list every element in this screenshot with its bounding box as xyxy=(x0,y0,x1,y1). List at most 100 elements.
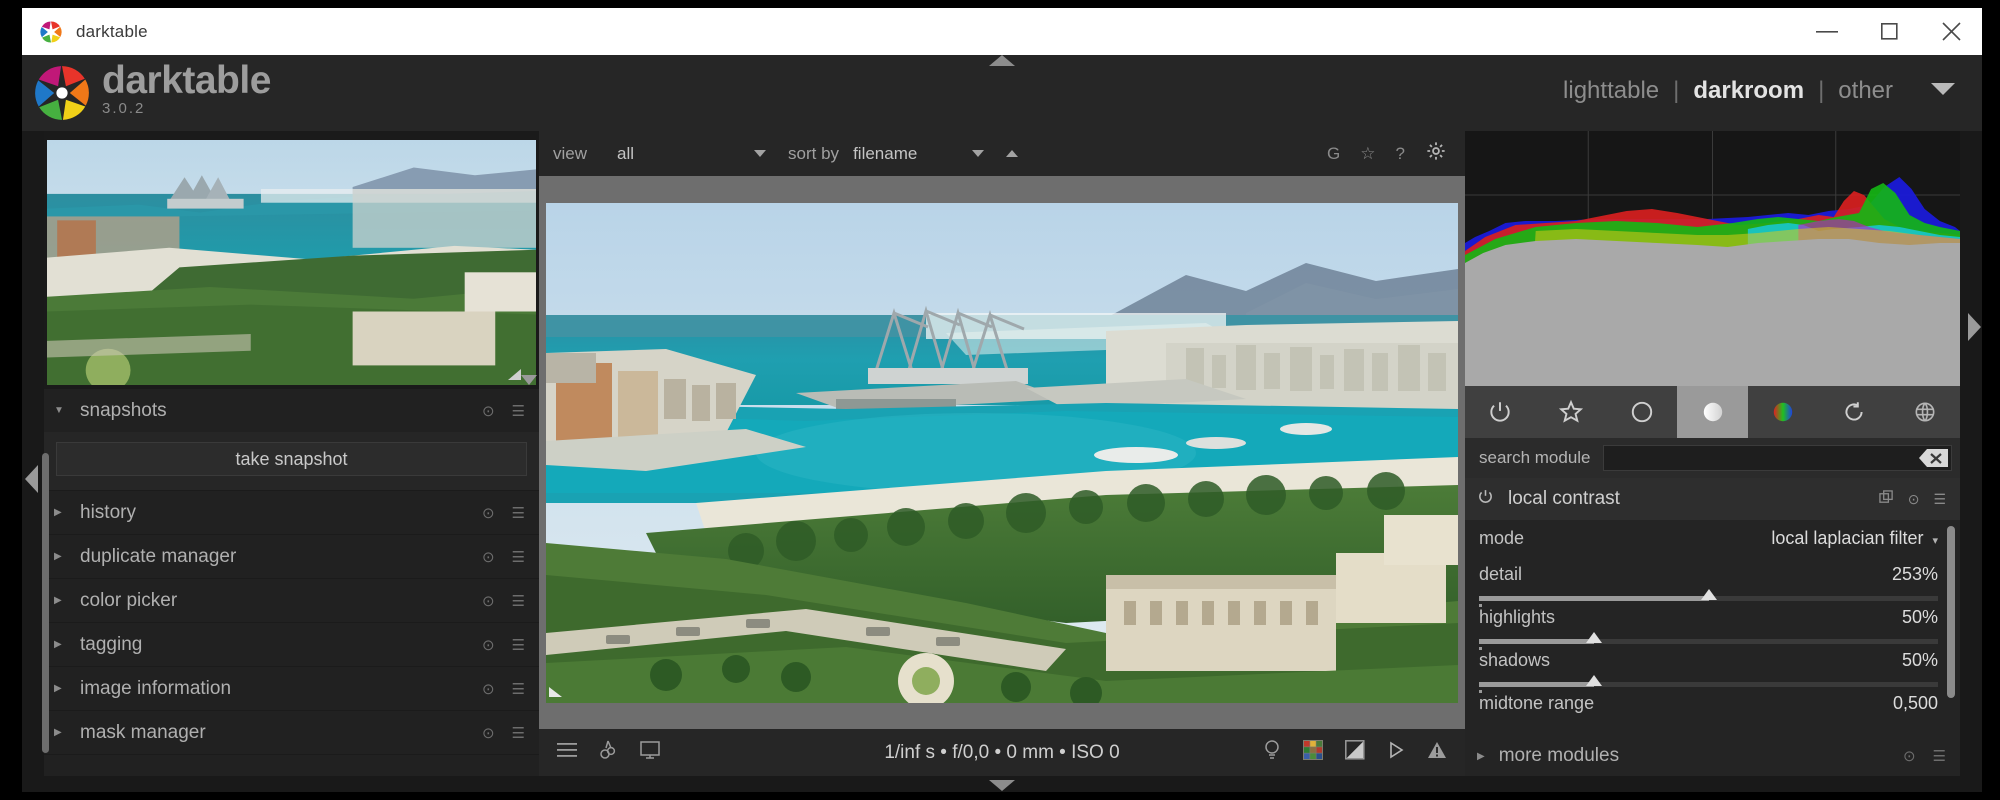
navigation-module[interactable] xyxy=(44,131,539,389)
softproof-icon[interactable] xyxy=(1345,740,1365,765)
favorite-modules-icon[interactable] xyxy=(1536,386,1607,438)
param-row-shadows[interactable]: shadows 50% xyxy=(1465,650,1960,686)
sidebar-item-duplicate-manager[interactable]: ▶ duplicate manager ⊙☰ xyxy=(44,535,539,579)
presets-menu-icon[interactable]: ☰ xyxy=(512,680,525,698)
view-label: view xyxy=(553,144,587,164)
color-picker-icon[interactable] xyxy=(599,740,617,766)
right-panel-scrollbar[interactable] xyxy=(1947,526,1955,698)
presets-menu-icon[interactable]: ☰ xyxy=(512,402,525,420)
power-toggle-icon[interactable] xyxy=(1477,488,1494,510)
focus-peaking-icon[interactable] xyxy=(1263,739,1281,766)
chevron-down-icon[interactable] xyxy=(1930,81,1956,101)
reset-icon[interactable]: ⊙ xyxy=(1903,747,1916,765)
effects-group-icon[interactable] xyxy=(1889,386,1960,438)
snapshots-header[interactable]: ▼ snapshots ⊙ ☰ xyxy=(44,389,539,432)
sidebar-item-mask-manager[interactable]: ▶ mask manager ⊙☰ xyxy=(44,711,539,755)
sidebar-item-image-information[interactable]: ▶ image information ⊙☰ xyxy=(44,667,539,711)
param-row-midtone-range[interactable]: midtone range 0,500 xyxy=(1465,693,1960,729)
local-contrast-header[interactable]: local contrast ⊙ ☰ xyxy=(1465,478,1960,520)
more-modules-label: more modules xyxy=(1499,745,1619,767)
bottom-status-bar: 1/inf s • f/0,0 • 0 mm • ISO 0 xyxy=(539,729,1465,776)
darkroom-image[interactable] xyxy=(546,203,1458,703)
clear-search-icon[interactable] xyxy=(1919,447,1949,474)
raw-overexposed-icon[interactable] xyxy=(1427,740,1447,765)
grouping-icon[interactable]: G xyxy=(1327,144,1340,164)
reset-icon[interactable]: ⊙ xyxy=(482,636,495,654)
display-profile-icon[interactable] xyxy=(639,740,661,766)
active-modules-icon[interactable] xyxy=(1465,386,1536,438)
sidebar-item-label: image information xyxy=(80,678,231,700)
sidebar-item-color-picker[interactable]: ▶ color picker ⊙☰ xyxy=(44,579,539,623)
hamburger-menu-icon[interactable] xyxy=(557,742,577,764)
image-canvas[interactable] xyxy=(539,176,1465,729)
app-header: darktable 3.0.2 lighttable | darkroom | … xyxy=(22,55,1982,131)
sidebar-item-tagging[interactable]: ▶ tagging ⊙☰ xyxy=(44,623,539,667)
chevron-down-icon[interactable] xyxy=(521,375,537,385)
presets-menu-icon[interactable]: ☰ xyxy=(512,592,525,610)
module-list: local contrast ⊙ ☰ mode local laplacian … xyxy=(1465,478,1960,736)
more-modules-section[interactable]: ▶ more modules ⊙ ☰ xyxy=(1465,736,1960,776)
minimize-button[interactable] xyxy=(1796,8,1858,55)
presets-menu-icon[interactable]: ☰ xyxy=(1933,747,1946,765)
take-snapshot-button[interactable]: take snapshot xyxy=(56,442,527,476)
sort-by-value[interactable]: filename xyxy=(853,144,917,164)
tone-group-icon[interactable] xyxy=(1677,386,1748,438)
snapshots-body: take snapshot xyxy=(44,432,539,490)
chevron-down-icon[interactable] xyxy=(754,150,766,157)
technical-group-icon[interactable] xyxy=(1606,386,1677,438)
param-label: shadows xyxy=(1479,650,1550,671)
collapse-bottom-panel-icon[interactable] xyxy=(989,780,1015,791)
reset-icon[interactable]: ⊙ xyxy=(482,402,495,420)
detail-slider[interactable] xyxy=(1479,596,1938,601)
sort-ascending-icon[interactable] xyxy=(1006,150,1018,157)
highlights-slider[interactable] xyxy=(1479,639,1938,644)
gear-icon[interactable] xyxy=(1425,140,1447,167)
reset-icon[interactable]: ⊙ xyxy=(482,724,495,742)
param-label: mode xyxy=(1479,528,1524,549)
resize-handle-icon[interactable] xyxy=(508,369,522,384)
reset-icon[interactable]: ⊙ xyxy=(482,504,495,522)
color-group-icon[interactable] xyxy=(1748,386,1819,438)
overlays-star-icon[interactable]: ☆ xyxy=(1360,144,1375,164)
left-panel-scrollbar[interactable] xyxy=(42,453,49,753)
correction-group-icon[interactable] xyxy=(1819,386,1890,438)
param-value[interactable]: local laplacian filter xyxy=(1771,528,1923,549)
sidebar-item-snapshots: ▼ snapshots ⊙ ☰ take snapshot xyxy=(44,389,539,491)
reset-icon[interactable]: ⊙ xyxy=(1908,491,1920,508)
sidebar-item-history[interactable]: ▶ history ⊙☰ xyxy=(44,491,539,535)
chevron-down-icon[interactable]: ▾ xyxy=(1932,534,1938,547)
presets-menu-icon[interactable]: ☰ xyxy=(512,504,525,522)
maximize-button[interactable] xyxy=(1858,8,1920,55)
param-row-highlights[interactable]: highlights 50% xyxy=(1465,607,1960,643)
search-input[interactable] xyxy=(1603,445,1952,471)
presets-menu-icon[interactable]: ☰ xyxy=(512,636,525,654)
param-row-mode[interactable]: mode local laplacian filter ▾ xyxy=(1465,528,1960,564)
gamut-check-icon[interactable] xyxy=(1387,740,1405,765)
resize-handle-icon[interactable] xyxy=(549,686,563,701)
view-mode-darkroom[interactable]: darkroom xyxy=(1682,77,1815,105)
app-logo-icon xyxy=(40,21,62,43)
collapse-right-panel-icon[interactable] xyxy=(1968,313,1981,341)
collapse-left-panel-icon[interactable] xyxy=(25,465,38,493)
view-mode-separator-2: | xyxy=(1815,77,1827,105)
presets-menu-icon[interactable]: ☰ xyxy=(1933,491,1946,508)
shadows-slider[interactable] xyxy=(1479,682,1938,687)
presets-menu-icon[interactable]: ☰ xyxy=(512,724,525,742)
view-mode-other[interactable]: other xyxy=(1827,77,1904,105)
multi-instance-icon[interactable] xyxy=(1879,490,1894,508)
rgb-histogram[interactable] xyxy=(1465,131,1960,386)
sidebar-item-label: color picker xyxy=(80,590,177,612)
chevron-down-icon[interactable] xyxy=(972,150,984,157)
status-left-icons xyxy=(557,740,661,766)
sidebar-item-label: snapshots xyxy=(80,400,167,422)
color-assessment-icon[interactable] xyxy=(1303,740,1323,765)
presets-menu-icon[interactable]: ☰ xyxy=(512,548,525,566)
reset-icon[interactable]: ⊙ xyxy=(482,592,495,610)
help-icon[interactable]: ? xyxy=(1396,144,1405,164)
close-button[interactable] xyxy=(1920,8,1982,55)
view-mode-lighttable[interactable]: lighttable xyxy=(1552,77,1670,105)
reset-icon[interactable]: ⊙ xyxy=(482,680,495,698)
view-value[interactable]: all xyxy=(617,144,634,164)
reset-icon[interactable]: ⊙ xyxy=(482,548,495,566)
collapse-top-panel-icon[interactable] xyxy=(989,55,1015,66)
